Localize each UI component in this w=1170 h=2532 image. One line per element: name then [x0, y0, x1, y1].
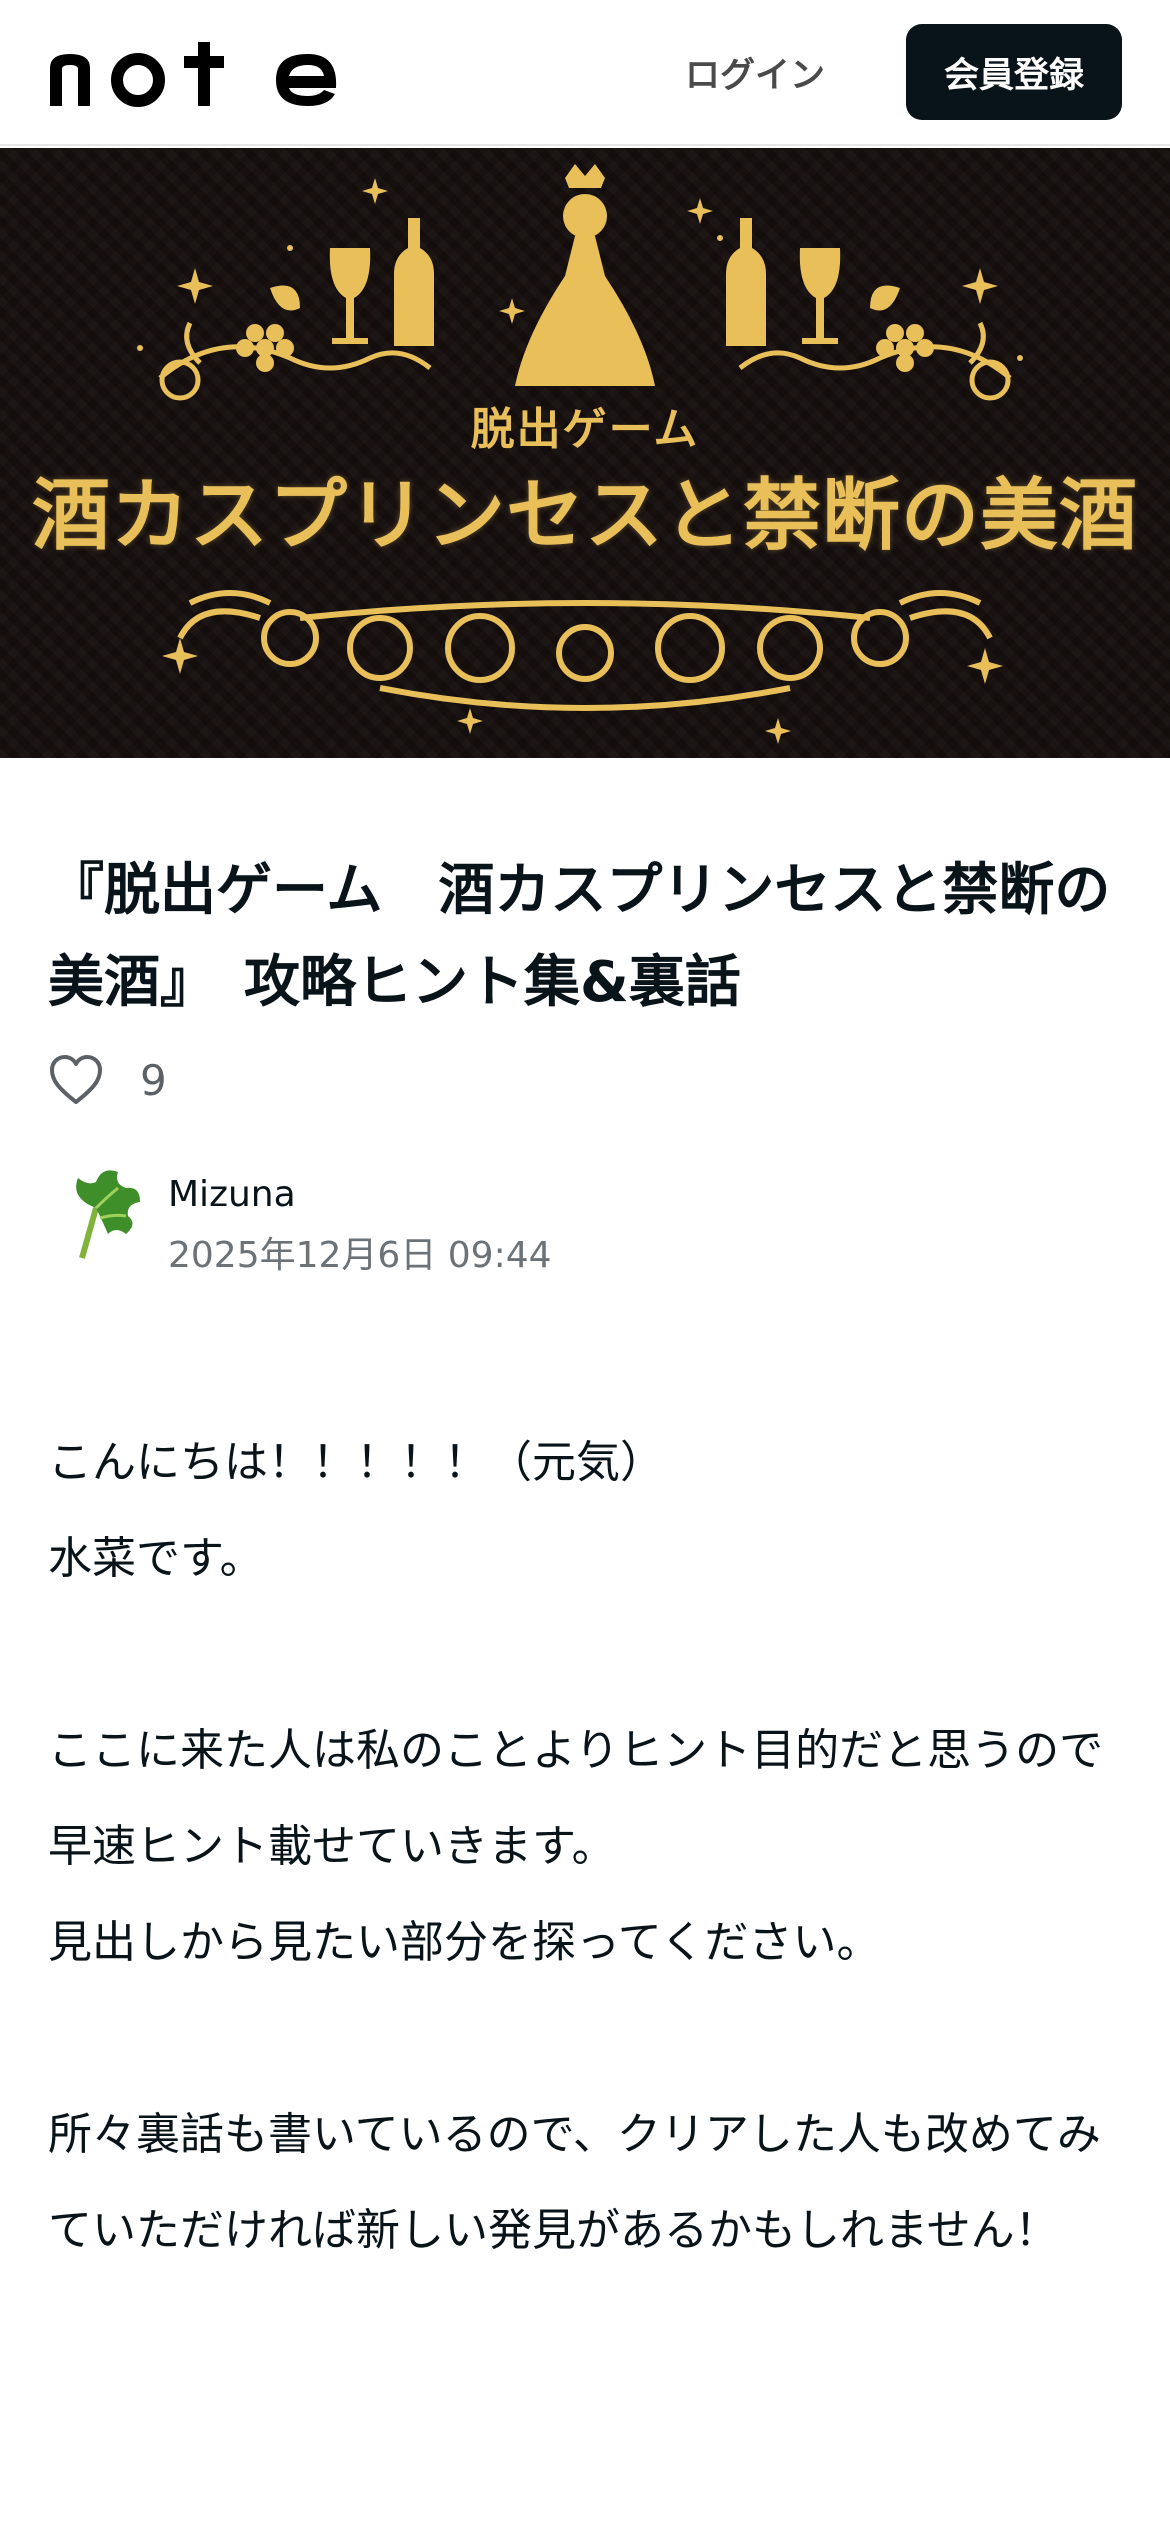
leaf-avatar-icon[interactable]: [62, 1168, 142, 1264]
login-link[interactable]: ログイン: [660, 44, 850, 100]
sparkle-icon: [177, 268, 213, 304]
article-eyecatch-image: 脱出ゲーム 酒カスプリンセスと禁断の美酒: [0, 148, 1170, 758]
article-body: こんにちは！！！！！（元気） 水菜です。 ここに来た人は私のことよりヒント目的だ…: [48, 1415, 1128, 2279]
heart-icon[interactable]: [48, 1054, 104, 1106]
sparkle-icon: [967, 648, 1003, 684]
body-line: ここに来た人は私のことよりヒント目的だと思うので早速ヒント載せていきます。: [48, 1725, 1104, 1872]
like-count: 9: [140, 1055, 167, 1105]
site-header: ログイン 会員登録: [0, 0, 1170, 146]
sparkle-icon: [162, 638, 198, 674]
sparkle-icon: [499, 298, 525, 324]
author-name[interactable]: Mizuna: [168, 1174, 296, 1215]
like-area: 9: [48, 1050, 167, 1110]
body-line: 所々裏話も書いているので、クリアした人も改めてみていただければ新しい発見があるか…: [48, 2109, 1101, 2256]
body-line: こんにちは！！！！！（元気）: [48, 1437, 664, 1488]
article-title: 『脱出ゲーム 酒カスプリンセスと禁断の美酒』 攻略ヒント集&裏話: [48, 858, 1111, 1015]
body-line: 水菜です。: [48, 1533, 264, 1584]
scroll-ornament: [177, 590, 993, 711]
post-date: 2025年12月6日 09:44: [168, 1235, 552, 1276]
signup-button[interactable]: 会員登録: [906, 24, 1122, 120]
hero-title: 酒カスプリンセスと禁断の美酒: [31, 470, 1138, 561]
sparkle-icon: [362, 178, 388, 204]
wine-bottle-icon: [394, 218, 434, 346]
sparkle-icon: [687, 198, 713, 224]
sparkle-icon: [962, 268, 998, 304]
vine-ornament-right: [738, 321, 1012, 401]
wine-glass-icon: [799, 248, 841, 344]
princess-icon: [515, 164, 655, 386]
sparkle-icon: [457, 708, 483, 734]
note-logo[interactable]: [46, 38, 346, 108]
author-info[interactable]: Mizuna 2025年12月6日 09:44: [62, 1168, 762, 1278]
sparkle-icon: [765, 718, 791, 744]
wine-glass-icon: [329, 248, 371, 344]
wine-bottle-icon: [726, 218, 766, 346]
hero-subtitle: 脱出ゲーム: [470, 404, 700, 455]
vine-ornament-left: [158, 321, 432, 401]
body-line: 見出しから見たい部分を探ってください。: [48, 1917, 881, 1968]
